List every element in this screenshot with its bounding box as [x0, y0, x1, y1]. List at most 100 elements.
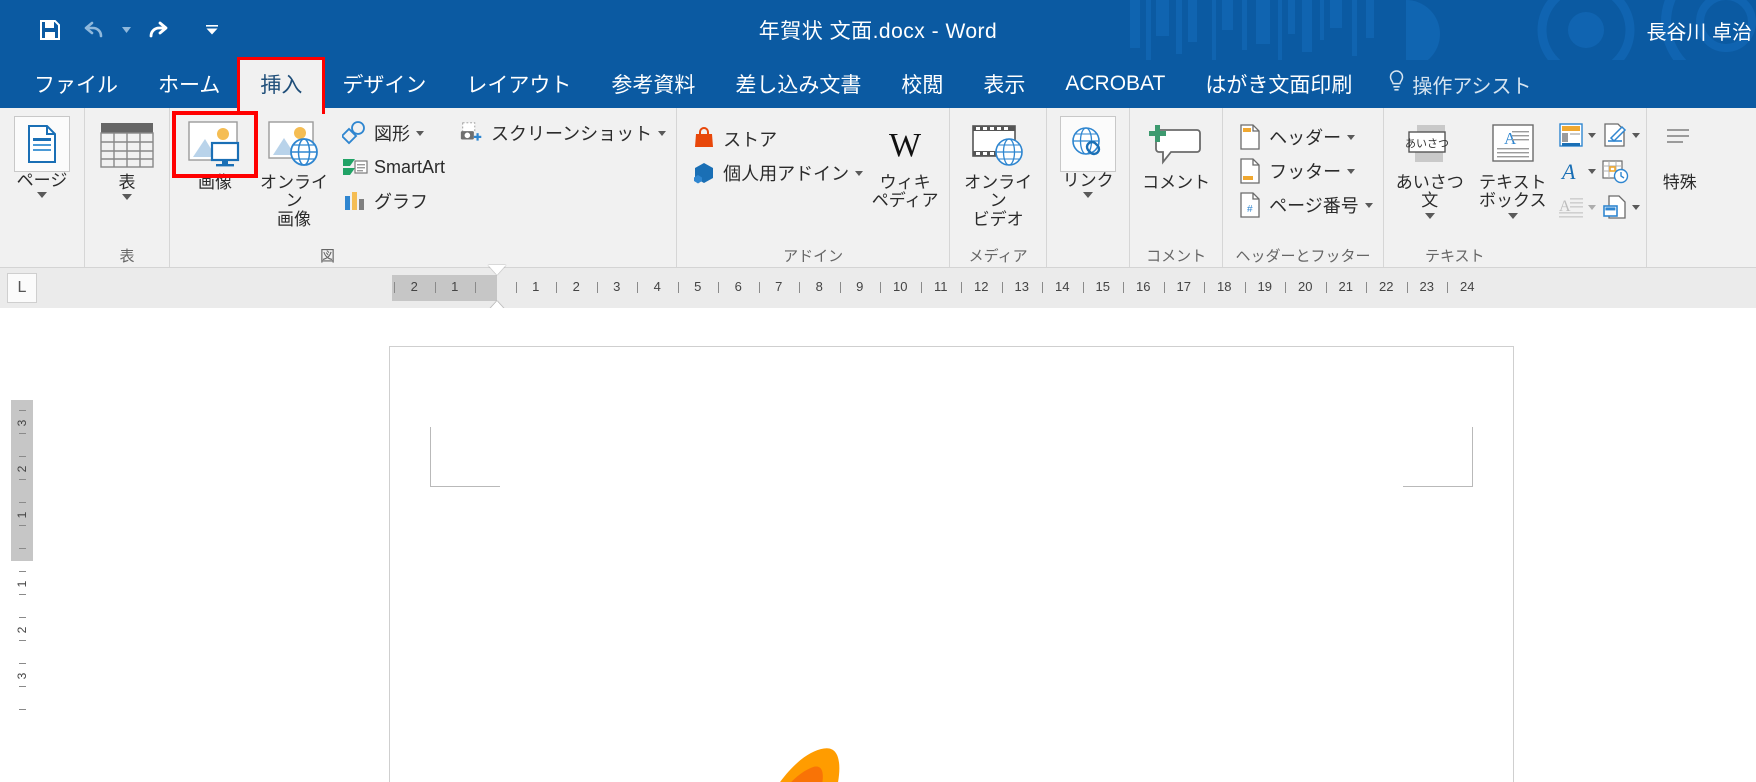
ruler-number: 22 — [1379, 279, 1394, 294]
store-button[interactable]: ストア — [687, 122, 867, 156]
ruler-tick — [1285, 282, 1287, 293]
chevron-down-icon[interactable] — [1424, 212, 1435, 219]
wikipedia-label: ウィキ ペディア — [871, 173, 939, 211]
chevron-down-icon[interactable] — [1347, 134, 1356, 140]
tab-view[interactable]: 表示 — [963, 60, 1045, 108]
svg-text:W: W — [889, 127, 922, 164]
signature-line-button[interactable] — [1600, 120, 1640, 150]
online-picture-icon — [266, 116, 322, 174]
quick-parts-button[interactable] — [1556, 120, 1596, 150]
customize-qat-icon[interactable] — [204, 8, 220, 52]
tab-insert[interactable]: 挿入 — [237, 57, 326, 114]
group-label-symbols — [1647, 245, 1713, 267]
chevron-down-icon[interactable] — [1083, 192, 1094, 199]
tab-acrobat[interactable]: ACROBAT — [1045, 60, 1185, 108]
picture-button[interactable]: 画像 — [172, 111, 258, 192]
document-page[interactable] — [389, 346, 1514, 782]
tab-references[interactable]: 参考資料 — [591, 60, 715, 108]
table-button[interactable]: 表 — [91, 114, 163, 201]
tab-postcard-print[interactable]: はがき文面印刷 — [1185, 60, 1372, 108]
wikipedia-icon: W — [880, 116, 930, 174]
date-time-button[interactable] — [1600, 156, 1630, 186]
page-number-button[interactable]: # ページ番号 — [1233, 188, 1377, 222]
tab-layout[interactable]: レイアウト — [446, 60, 591, 108]
tab-design[interactable]: デザイン — [322, 60, 446, 108]
picture-label: 画像 — [198, 173, 232, 192]
chevron-down-icon[interactable] — [1347, 168, 1356, 174]
text-box-button[interactable]: A テキスト ボックス — [1470, 114, 1556, 219]
chevron-down-icon[interactable] — [1587, 132, 1596, 138]
textbox-icon: A — [1488, 116, 1538, 174]
chevron-down-icon[interactable] — [1631, 132, 1640, 138]
tab-label: レイアウト — [466, 74, 572, 97]
horizontal-ruler[interactable]: 2 1 1 2 3 4 5 6 7 8 9 10 11 12 13 14 15 16 17 18 19 20 21 22 23 2… — [44, 265, 1756, 311]
ribbon-group-addins: ストア 個人用アドイン W ウィキ ペディア アドイン — [677, 108, 951, 267]
tab-mailings[interactable]: 差し込み文書 — [715, 60, 881, 108]
object-icon — [1600, 192, 1630, 222]
ribbon-group-pages: ページ — [0, 108, 85, 267]
smartart-button[interactable]: SmartArt — [338, 150, 449, 184]
ruler-number: 7 — [775, 279, 783, 294]
pages-button[interactable]: ページ — [6, 114, 78, 199]
object-button[interactable] — [1600, 192, 1640, 222]
chevron-down-icon[interactable] — [658, 130, 667, 136]
greeting-text-button[interactable]: あいさつ あいさつ 文 — [1390, 114, 1470, 219]
online-video-button[interactable]: オンライン ビデオ — [956, 114, 1040, 229]
chevron-down-icon[interactable] — [37, 192, 47, 199]
ribbon-tab-bar[interactable]: ファイル ホーム 挿入 デザイン レイアウト 参考資料 差し込み文書 校閲 表示… — [0, 57, 1756, 114]
chevron-down-icon[interactable] — [1364, 202, 1373, 208]
chevron-down-icon[interactable] — [122, 194, 132, 201]
shapes-button[interactable]: 図形 — [338, 116, 449, 150]
ribbon[interactable]: ページ 表 表 画像 オンライン 画像 図形 SmartArt グラフ スクリー… — [0, 108, 1756, 268]
comment-button[interactable]: コメント — [1136, 114, 1216, 192]
table-icon — [100, 116, 154, 174]
horizontal-ruler-track[interactable]: 2 1 1 2 3 4 5 6 7 8 9 10 11 12 13 14 15 16 17 18 19 20 21 22 23 2… — [392, 265, 1475, 311]
comment-icon — [1149, 116, 1203, 174]
drop-cap-button[interactable]: A — [1556, 192, 1596, 222]
links-button[interactable]: リンク — [1053, 114, 1123, 199]
tab-file[interactable]: ファイル — [14, 60, 138, 108]
group-label-tables: 表 — [119, 248, 135, 265]
special-button[interactable]: 特殊 — [1653, 114, 1707, 192]
tab-stop-selector[interactable]: L — [0, 268, 44, 308]
chevron-down-icon[interactable] — [1631, 204, 1640, 210]
tell-me-assist[interactable]: 操作アシスト — [1372, 60, 1547, 108]
chevron-down-icon[interactable] — [1587, 168, 1596, 174]
document-pane[interactable] — [44, 308, 1756, 782]
header-button[interactable]: ヘッダー — [1233, 120, 1377, 154]
picture-icon — [186, 116, 244, 174]
undo-icon[interactable] — [74, 8, 114, 52]
chevron-down-icon[interactable] — [416, 130, 424, 136]
chart-button[interactable]: グラフ — [338, 184, 449, 218]
chevron-down-icon[interactable] — [1507, 212, 1518, 219]
quick-access-toolbar[interactable] — [30, 0, 220, 60]
wordart-button[interactable]: A — [1556, 156, 1596, 186]
group-label-addins: アドイン — [783, 248, 844, 265]
ruler-tick — [1123, 282, 1125, 293]
footer-button[interactable]: フッター — [1233, 154, 1377, 188]
vertical-ruler-track[interactable]: 3 2 1 1 2 3 — [11, 308, 33, 782]
screenshot-button[interactable]: スクリーンショット — [455, 116, 670, 150]
ruler-tick — [677, 282, 679, 293]
my-addins-button[interactable]: 個人用アドイン — [687, 156, 867, 190]
lightbulb-icon — [1388, 70, 1405, 98]
chevron-down-icon[interactable] — [1587, 204, 1596, 210]
quick-parts-icon — [1556, 120, 1586, 150]
wikipedia-button[interactable]: W ウィキ ペディア — [867, 114, 943, 211]
user-account-name[interactable]: 長谷川 卓治 — [1646, 0, 1752, 60]
chevron-down-icon[interactable] — [855, 170, 864, 176]
ruler-number: 17 — [1176, 279, 1191, 294]
ruler-tick — [799, 282, 801, 293]
save-icon[interactable] — [30, 8, 70, 52]
ruler-number: 4 — [653, 279, 661, 294]
vertical-ruler[interactable]: 3 2 1 1 2 3 — [0, 308, 44, 782]
redo-icon[interactable] — [138, 8, 178, 52]
tab-review[interactable]: 校閲 — [881, 60, 963, 108]
undo-dropdown-caret-icon[interactable] — [118, 8, 134, 52]
vruler-tick — [19, 594, 26, 595]
tab-home[interactable]: ホーム — [138, 60, 240, 108]
ruler-number: 15 — [1095, 279, 1110, 294]
first-line-indent-marker[interactable] — [488, 265, 507, 275]
ruler-number: 2 — [410, 279, 418, 294]
online-picture-button[interactable]: オンライン 画像 — [254, 114, 334, 229]
